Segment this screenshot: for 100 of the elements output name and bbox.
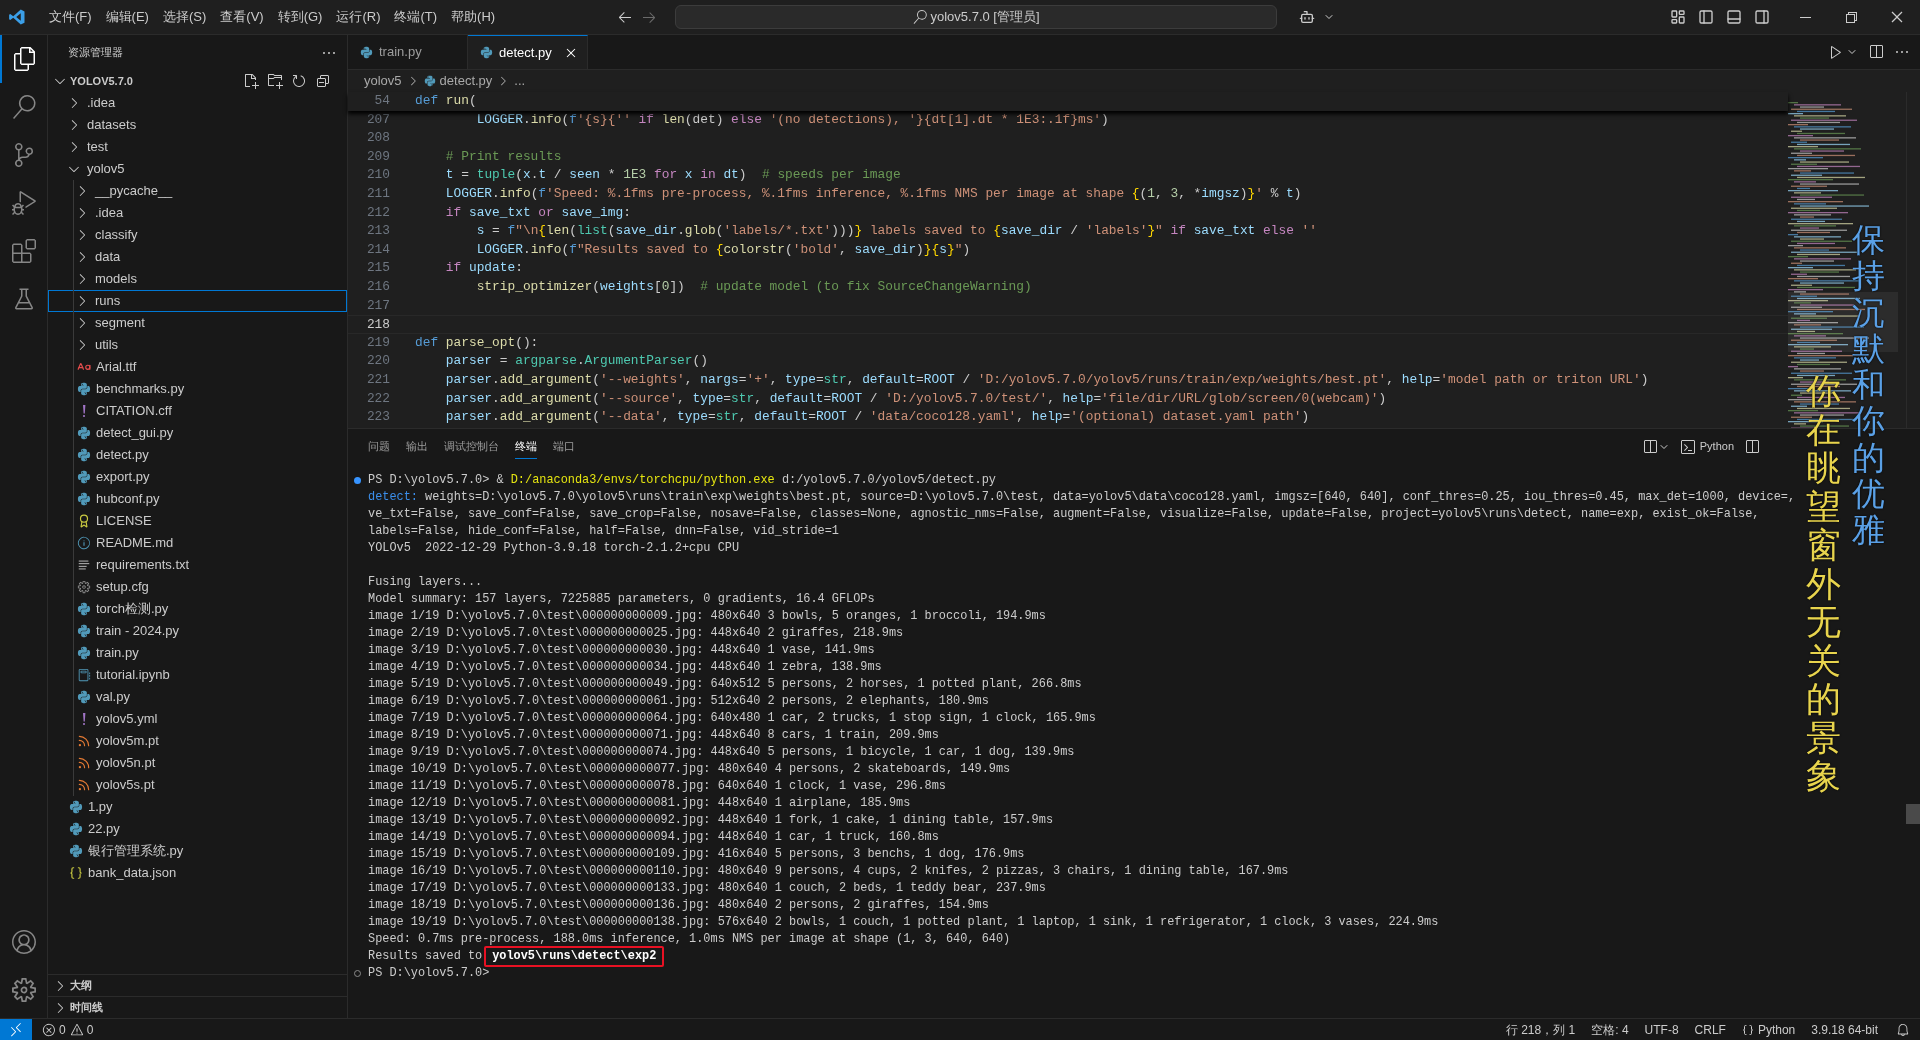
folder-item[interactable]: datasets [48,114,347,136]
menu-item[interactable]: 终端(T) [387,7,445,27]
menu-item[interactable]: 选择(S) [155,7,214,27]
editor-tab[interactable]: detect.py [468,35,588,69]
breadcrumb-item[interactable]: ... [514,71,526,91]
menu-item[interactable]: 转到(G) [270,7,330,27]
split-terminal-icon[interactable] [1641,438,1658,455]
folder-item[interactable]: .idea [48,202,347,224]
folder-item[interactable]: .idea [48,92,347,114]
file-item[interactable]: torch检测.py [48,598,347,620]
file-item[interactable]: train.py [48,642,347,664]
file-item[interactable]: val.py [48,686,347,708]
run-icon[interactable] [1828,44,1844,60]
file-item[interactable]: yolov5n.pt [48,752,347,774]
status-item[interactable]: 行 218，列 1 [1497,1020,1584,1039]
file-item[interactable]: train - 2024.py [48,620,347,642]
file-item[interactable]: hubconf.py [48,488,347,510]
new-file-icon[interactable] [243,73,259,89]
status-item[interactable]: UTF-8 [1636,1020,1687,1039]
refresh-icon[interactable] [291,73,307,89]
folder-item[interactable]: classify [48,224,347,246]
folder-item[interactable]: test [48,136,347,158]
notebook-icon [77,668,91,682]
error-count[interactable]: 0 [59,1020,66,1039]
info-icon [77,536,91,550]
settings-icon[interactable] [11,978,36,1002]
file-item[interactable]: requirements.txt [48,554,347,576]
folder-item[interactable]: models [48,268,347,290]
code-line: parser.add_argument('--weights', nargs='+', type=str, default=ROOT / 'D:/yolov5.7.0/yolov5/runs/train/exp/weights/best.pt', help='model path or triton URL') [444,370,1649,389]
file-item[interactable]: export.py [48,466,347,488]
breadcrumb-item[interactable]: detect.py [439,71,493,91]
folder-item[interactable]: data [48,246,347,268]
folder-item[interactable]: runs [48,290,347,312]
layout-icon[interactable] [1670,9,1686,25]
menu-item[interactable]: 运行(R) [329,7,388,27]
close-icon[interactable] [1889,9,1905,25]
file-item[interactable]: 1.py [48,796,347,818]
menu-item[interactable]: 编辑(E) [98,7,156,27]
panel-tab[interactable]: 问题 [368,433,390,460]
remote-icon[interactable] [8,1021,24,1038]
file-item[interactable]: detect_gui.py [48,422,347,444]
status-item[interactable]: Python [1753,1020,1804,1039]
file-item[interactable]: setup.cfg [48,576,347,598]
account-icon[interactable] [11,930,36,954]
line-number: 207 [365,110,390,129]
status-item[interactable]: CRLF [1686,1020,1734,1039]
split-editor-icon[interactable] [1868,44,1884,60]
status-item[interactable]: 空格: 4 [1583,1020,1637,1039]
file-item[interactable]: bank_data.json [48,862,347,884]
braces-icon[interactable] [1741,1023,1754,1036]
explorer-icon[interactable] [12,47,37,71]
code-line: parser.add_argument('--data', type=str, default=ROOT / 'data/coco128.yaml', help='(optional) dataset.yaml path') [444,408,1310,427]
folder-item[interactable]: utils [48,334,347,356]
extensions-icon[interactable] [11,239,36,263]
new-folder-icon[interactable] [267,73,283,89]
file-item[interactable]: 22.py [48,818,347,840]
menu-item[interactable]: 文件(F) [42,7,99,27]
file-item[interactable]: yolov5.yml [48,708,347,730]
panel-toggle-icon[interactable] [1726,9,1742,25]
sidebar-toggle-icon[interactable] [1698,9,1714,25]
breadcrumb-item[interactable]: yolov5 [364,71,402,91]
run-debug-icon[interactable] [11,191,36,215]
menu-item[interactable]: 帮助(H) [444,7,503,27]
file-item[interactable]: yolov5s.pt [48,774,347,796]
menu-item[interactable]: 查看(V) [213,7,271,27]
command-search-field[interactable]: yolov5.7.0 [管理员] [675,5,1278,29]
file-item[interactable]: detect.py [48,444,347,466]
file-item[interactable]: 银行管理系统.py [48,840,347,862]
folder-item[interactable]: segment [48,312,347,334]
folder-item[interactable]: __pycache__ [48,180,347,202]
file-item[interactable]: benchmarks.py [48,378,347,400]
panel-tab[interactable]: 端口 [553,433,575,460]
search-icon[interactable] [11,95,36,119]
terminal-selector[interactable]: Python [1699,438,1734,455]
status-item[interactable]: 3.9.18 64-bit [1803,1020,1886,1039]
section-header[interactable]: 大纲 [48,974,347,996]
file-item[interactable]: CITATION.cff [48,400,347,422]
bell-icon[interactable] [1896,1022,1910,1037]
restore-icon[interactable] [1843,9,1859,25]
folder-item[interactable]: yolov5 [48,158,347,180]
split-icon[interactable] [1744,438,1760,455]
warning-count[interactable]: 0 [86,1020,94,1039]
error-icon[interactable] [42,1022,56,1037]
warning-icon[interactable] [69,1022,84,1037]
file-item[interactable]: yolov5m.pt [48,730,347,752]
terminal-line: image 12/19 D:\yolov5.7.0\test\000000000081.jpg: 448x640 1 airplane, 185.9ms [368,795,911,812]
file-item[interactable]: tutorial.ipynb [48,664,347,686]
scrollbar-thumb[interactable] [1906,804,1920,824]
file-item[interactable]: LICENSE [48,510,347,532]
secondary-sidebar-icon[interactable] [1754,9,1770,25]
panel-tab[interactable]: 输出 [406,433,428,460]
file-item[interactable]: README.md [48,532,347,554]
terminal-icon[interactable] [1679,438,1696,455]
collapse-all-icon[interactable] [315,73,331,89]
file-item[interactable]: Arial.ttf [48,356,347,378]
sticky-code-line: def run( [415,92,477,110]
panel-tab[interactable]: 终端 [515,433,537,460]
robot-icon[interactable] [1299,9,1316,25]
workspace-root[interactable]: YOLOV5.7.0 [48,70,347,92]
panel-tab[interactable]: 调试控制台 [444,433,499,460]
